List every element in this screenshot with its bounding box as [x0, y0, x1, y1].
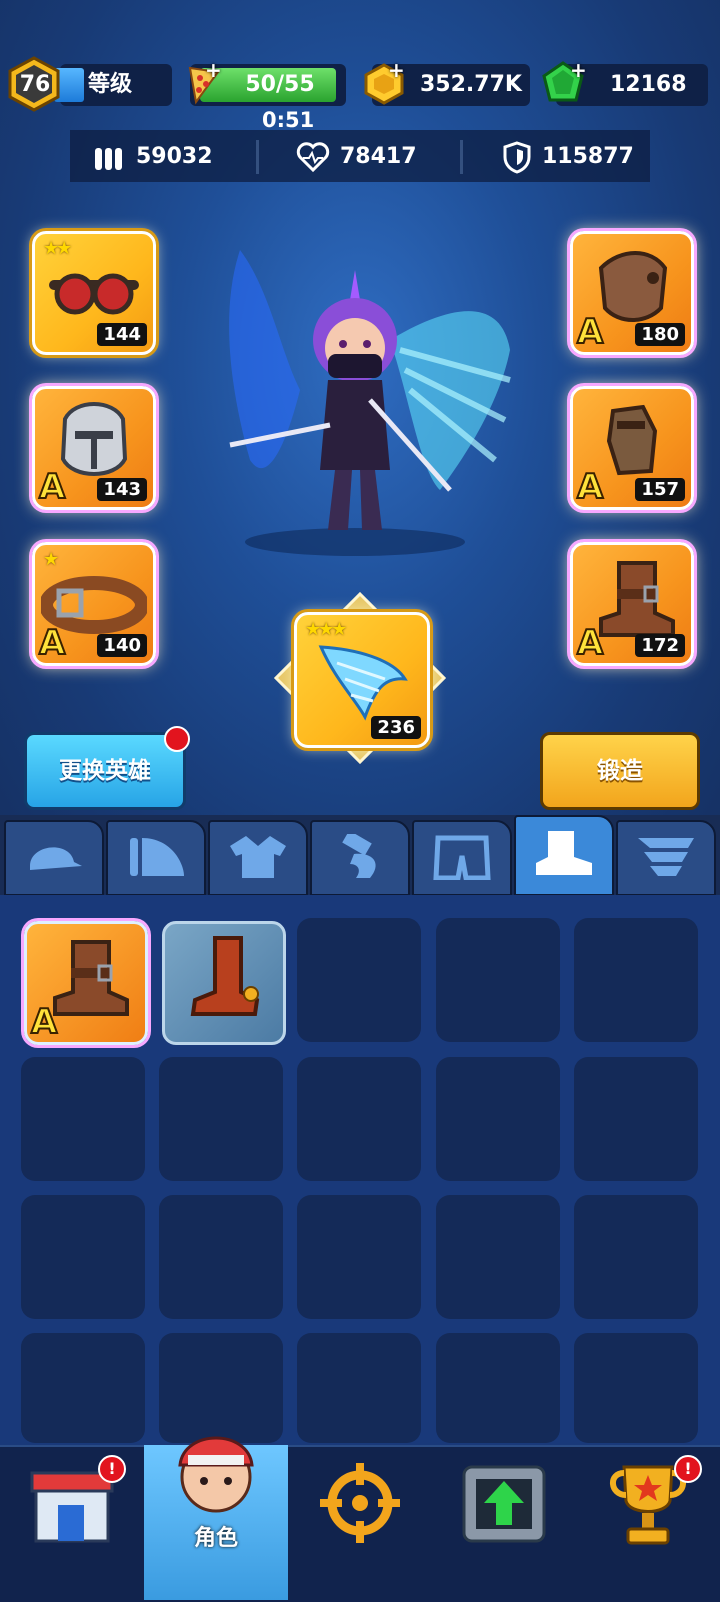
- forge-button[interactable]: 锻造: [540, 732, 700, 810]
- empty-inventory-slot[interactable]: [574, 1057, 698, 1181]
- change-hero-button[interactable]: 更换英雄: [24, 732, 186, 810]
- defense-value: 115877: [542, 144, 634, 169]
- upgrade-icon: [462, 1465, 546, 1543]
- tab-shorts[interactable]: [412, 820, 512, 896]
- gold-value: 352.77K: [420, 72, 522, 97]
- level-number: 76: [19, 72, 51, 97]
- empty-inventory-slot[interactable]: [436, 1195, 560, 1319]
- empty-inventory-slot[interactable]: [574, 918, 698, 1042]
- spur-boot-icon: [190, 936, 260, 1016]
- goggles-icon: [49, 273, 139, 315]
- gem-plus-icon[interactable]: +: [570, 58, 587, 82]
- grade-label: A: [38, 466, 66, 507]
- empty-inventory-slot[interactable]: [21, 1057, 145, 1181]
- shop-alert-icon: !: [98, 1455, 126, 1483]
- empty-inventory-slot[interactable]: [574, 1333, 698, 1443]
- grade-label: A: [576, 311, 604, 352]
- empty-inventory-slot[interactable]: [436, 1057, 560, 1181]
- grade-label: A: [576, 622, 604, 663]
- empty-inventory-slot[interactable]: [297, 1333, 421, 1443]
- equip-slot-boots[interactable]: A 172: [570, 542, 694, 666]
- character-avatar-icon: [178, 1436, 254, 1513]
- tab-wings[interactable]: [616, 820, 716, 896]
- empty-inventory-slot[interactable]: [297, 1195, 421, 1319]
- gauntlet-tab-icon: [342, 834, 376, 878]
- empty-inventory-slot[interactable]: [436, 1333, 560, 1443]
- grade-label: A: [38, 622, 66, 663]
- nav-character-label: 角色: [193, 1526, 238, 1551]
- ammo-icon: [95, 148, 122, 170]
- inventory-item-spur-boot[interactable]: [162, 921, 286, 1045]
- tab-pauldron[interactable]: [106, 820, 206, 896]
- grade-label: A: [30, 1001, 58, 1042]
- slot-count: 157: [635, 478, 685, 501]
- equip-slot-armor[interactable]: A 180: [570, 231, 694, 355]
- shield-icon: [503, 141, 531, 174]
- empty-inventory-slot[interactable]: [297, 1057, 421, 1181]
- equip-slot-wings[interactable]: ★★★ 236: [294, 612, 430, 748]
- equip-slot-helmet[interactable]: A 143: [32, 386, 156, 510]
- empty-inventory-slot[interactable]: [574, 1195, 698, 1319]
- slot-count: 172: [635, 634, 685, 657]
- gold-plus-icon[interactable]: +: [388, 58, 405, 82]
- empty-inventory-slot[interactable]: [21, 1333, 145, 1443]
- stat-divider: [460, 140, 463, 174]
- health-value: 78417: [340, 144, 417, 169]
- empty-inventory-slot[interactable]: [159, 1195, 283, 1319]
- tab-gauntlet[interactable]: [310, 820, 410, 896]
- armor-icon: [598, 251, 668, 322]
- slot-count: 236: [371, 716, 421, 739]
- slot-stars: ★: [43, 549, 59, 570]
- stat-divider: [256, 140, 259, 174]
- heart-icon: [296, 142, 330, 173]
- helmet-icon: [60, 402, 128, 476]
- hat-icon: [30, 847, 82, 870]
- boot-tab-icon: [536, 831, 592, 875]
- level-label: 等级: [88, 72, 133, 97]
- wings-icon: [318, 645, 408, 721]
- equip-slot-goggles[interactable]: ★★ 144: [32, 231, 156, 355]
- equip-slot-gauntlet[interactable]: A 157: [570, 386, 694, 510]
- pauldron-icon: [130, 838, 184, 876]
- slot-count: 143: [97, 478, 147, 501]
- empty-inventory-slot[interactable]: [436, 918, 560, 1042]
- trophy-alert-icon: !: [674, 1455, 702, 1483]
- empty-inventory-slot[interactable]: [159, 1057, 283, 1181]
- nav-target[interactable]: [288, 1445, 432, 1600]
- tab-hat[interactable]: [4, 820, 104, 896]
- slot-stars: ★★★: [305, 619, 347, 640]
- gauntlet-icon: [606, 404, 658, 476]
- tab-shirt[interactable]: [208, 820, 308, 896]
- slot-count: 140: [97, 634, 147, 657]
- grade-label: A: [576, 466, 604, 507]
- shorts-icon: [433, 835, 491, 880]
- empty-inventory-slot[interactable]: [21, 1195, 145, 1319]
- shirt-icon: [230, 836, 286, 878]
- equip-slot-belt[interactable]: ★ A 140: [32, 542, 156, 666]
- notification-dot: [164, 726, 190, 752]
- tab-boot[interactable]: [514, 815, 614, 896]
- slot-stars: ★★: [43, 238, 72, 259]
- slot-count: 144: [97, 323, 147, 346]
- slot-count: 180: [635, 323, 685, 346]
- energy-plus-icon[interactable]: +: [205, 58, 222, 82]
- gem-value: 12168: [610, 72, 687, 97]
- wings-tab-icon: [638, 838, 694, 876]
- inventory-item-brown-boot[interactable]: A: [24, 921, 148, 1045]
- energy-timer: 0:51: [262, 108, 315, 132]
- attack-value: 59032: [136, 144, 213, 169]
- energy-value: 50/55: [245, 72, 315, 97]
- hero-character-image[interactable]: [210, 230, 520, 570]
- nav-upgrade[interactable]: [432, 1445, 576, 1600]
- crosshair-icon: [320, 1463, 400, 1543]
- empty-inventory-slot[interactable]: [297, 918, 421, 1042]
